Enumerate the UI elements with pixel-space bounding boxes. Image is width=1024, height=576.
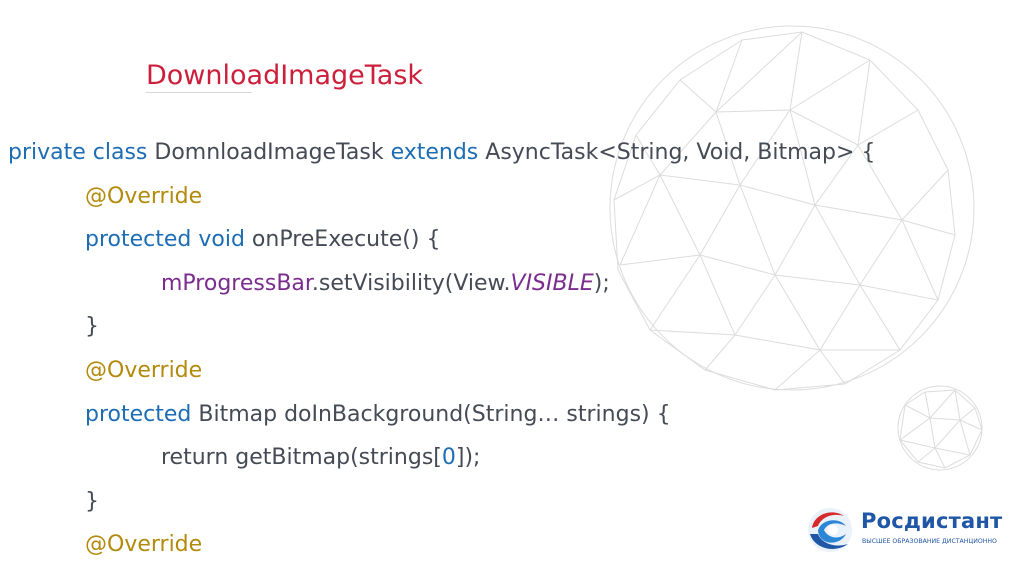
code-token: protected <box>85 401 199 427</box>
code-line: @Override <box>8 175 875 219</box>
code-token: DomnloadImageTask <box>154 140 391 165</box>
code-line: } <box>8 305 875 349</box>
title-underline-divider <box>146 92 252 93</box>
code-token: onPreExecute() { <box>251 227 441 253</box>
code-token: private class <box>8 140 155 165</box>
code-token: protected void <box>85 227 252 253</box>
code-line: protected void onPreExecute() { <box>8 218 875 262</box>
code-token: @Override <box>85 357 203 383</box>
code-token: mProgressBar <box>161 270 312 296</box>
code-line: protected Bitmap doInBackground(String… … <box>8 393 875 437</box>
code-line: return getBitmap(strings[0]); <box>8 436 875 480</box>
code-token: return getBitmap(strings[ <box>161 445 442 471</box>
code-token: extends <box>390 140 486 165</box>
rosdistant-logo: Росдистант ВЫСШЕЕ ОБРАЗОВАНИЕ ДИСТАНЦИОН… <box>804 504 1003 556</box>
code-line: @Override <box>8 523 875 567</box>
code-token: AsyncTask<String, Void, Bitmap> { <box>485 140 876 165</box>
code-token: } <box>85 488 99 514</box>
presentation-slide: DownloadImageTask private class Domnload… <box>0 0 1024 576</box>
code-token: ); <box>593 270 610 296</box>
code-line: } <box>8 480 875 524</box>
rosdistant-swirl-logo-icon <box>808 508 852 552</box>
code-line: mProgressBar.setVisibility(View.VISIBLE)… <box>8 262 875 306</box>
logo-tagline: ВЫСШЕЕ ОБРАЗОВАНИЕ ДИСТАНЦИОННО <box>862 538 997 545</box>
slide-title: DownloadImageTask <box>146 60 424 91</box>
code-token: ]); <box>455 445 481 471</box>
code-token: } <box>85 314 99 340</box>
code-line: private class DomnloadImageTask extends … <box>8 131 875 175</box>
code-block: private class DomnloadImageTask extends … <box>8 131 875 567</box>
code-token: VISIBLE <box>510 270 594 296</box>
code-token: @Override <box>85 183 203 209</box>
logo-brand-name: Росдистант <box>861 509 1003 533</box>
code-token: @Override <box>85 532 203 558</box>
code-token: 0 <box>441 445 456 471</box>
code-token: Bitmap doInBackground(String… strings) { <box>198 401 671 427</box>
code-line: @Override <box>8 349 875 393</box>
code-token: .setVisibility(View. <box>311 270 511 296</box>
